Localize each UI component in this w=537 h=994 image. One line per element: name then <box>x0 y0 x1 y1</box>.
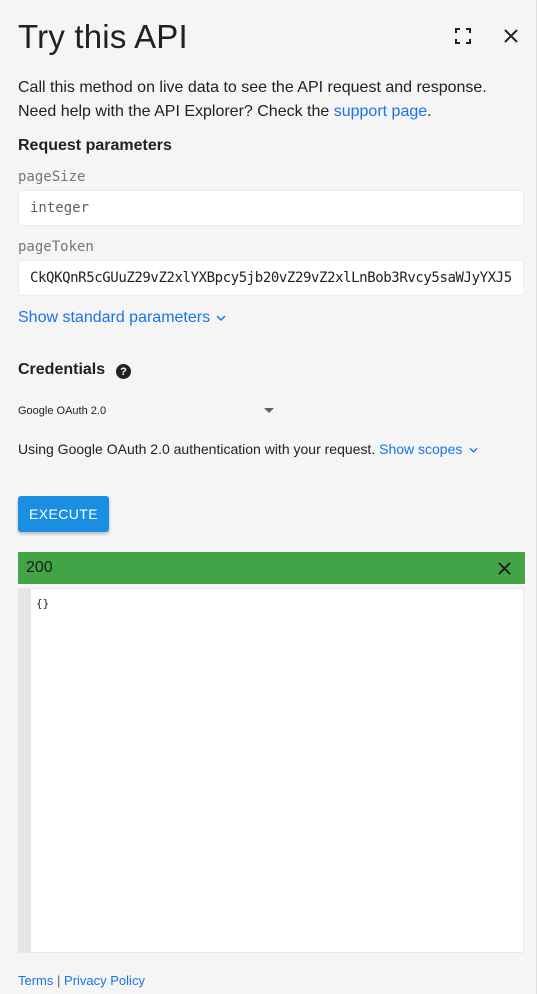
terms-link[interactable]: Terms <box>18 973 53 988</box>
panel-header: Try this API <box>18 14 524 58</box>
help-icon[interactable]: ? <box>116 364 131 379</box>
credentials-select[interactable]: Google OAuth 2.0 <box>18 398 276 424</box>
show-standard-parameters-label: Show standard parameters <box>18 309 211 326</box>
response-close-button[interactable] <box>493 557 515 579</box>
response-body: {} <box>18 588 524 953</box>
status-code: 200 <box>26 559 53 576</box>
dropdown-arrow-icon <box>264 408 274 413</box>
code-gutter <box>19 589 31 952</box>
pagesize-label: pageSize <box>18 169 86 185</box>
privacy-policy-link[interactable]: Privacy Policy <box>64 973 145 988</box>
fullscreen-icon <box>455 28 471 44</box>
close-button[interactable] <box>499 24 523 48</box>
response-code: {} <box>36 597 50 610</box>
try-api-panel: Try this API Call this method on live da… <box>0 0 537 994</box>
footer: Terms | Privacy Policy <box>18 973 145 988</box>
intro-text-2: . <box>427 103 432 120</box>
auth-description: Using Google OAuth 2.0 authentication wi… <box>18 441 478 457</box>
credentials-heading: Credentials <box>18 361 106 378</box>
response-status-bar: 200 <box>18 552 525 584</box>
close-icon <box>504 29 518 43</box>
pagetoken-input[interactable]: CkQKQnR5cGUuZ29vZ2xlYXBpcy5jb20vZ29vZ2xl… <box>18 260 524 296</box>
close-icon <box>497 561 511 575</box>
chevron-down-icon <box>469 448 478 454</box>
auth-text: Using Google OAuth 2.0 authentication wi… <box>18 441 376 457</box>
fullscreen-button[interactable] <box>451 24 475 48</box>
show-standard-parameters-link[interactable]: Show standard parameters <box>18 309 226 327</box>
panel-title: Try this API <box>18 18 188 55</box>
chevron-down-icon <box>216 314 226 321</box>
request-parameters-heading: Request parameters <box>18 137 172 154</box>
response-panel: 200 {} <box>18 552 525 953</box>
support-page-link[interactable]: support page <box>334 103 427 120</box>
footer-separator: | <box>57 973 61 988</box>
pagesize-input[interactable]: integer <box>18 190 524 226</box>
show-scopes-label: Show scopes <box>379 441 463 457</box>
intro-text: Call this method on live data to see the… <box>18 76 523 124</box>
show-scopes-link[interactable]: Show scopes <box>379 441 478 457</box>
pagetoken-label: pageToken <box>18 239 94 255</box>
execute-button[interactable]: EXECUTE <box>18 496 109 532</box>
credentials-selected-value: Google OAuth 2.0 <box>18 405 107 417</box>
